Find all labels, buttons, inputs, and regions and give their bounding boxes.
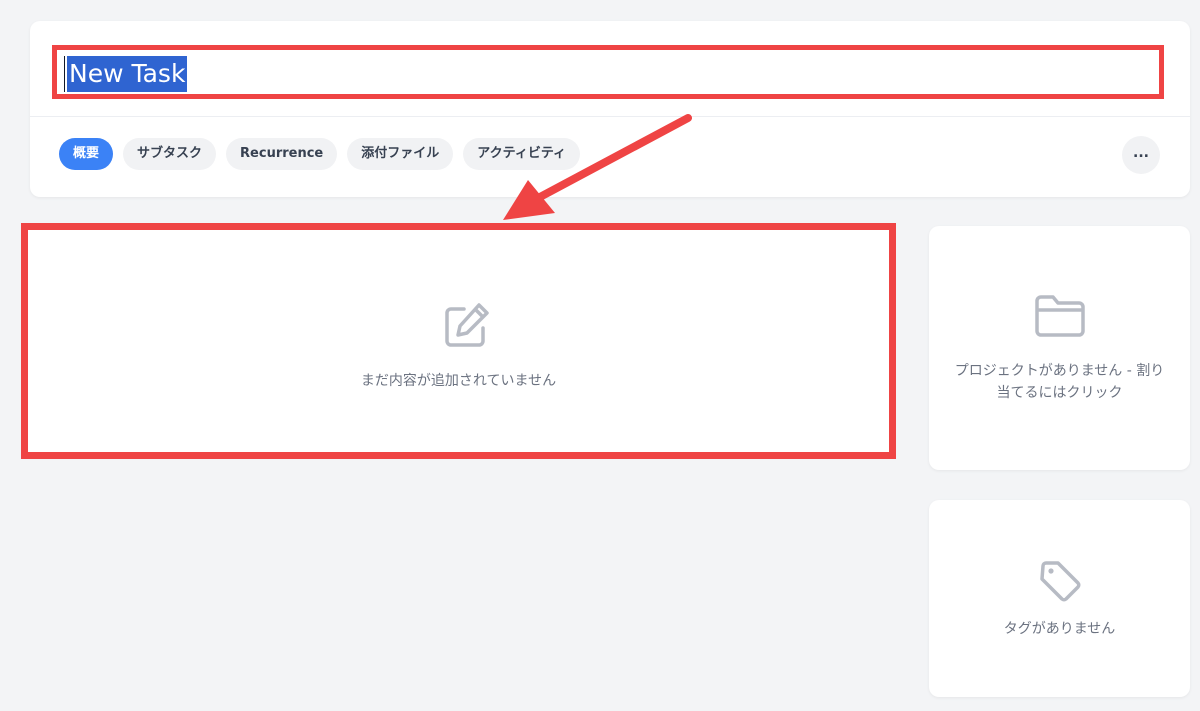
tab-attachments[interactable]: 添付ファイル: [347, 138, 454, 170]
description-area[interactable]: まだ内容が追加されていません: [21, 223, 896, 459]
tab-bar: 概要 サブタスク Recurrence 添付ファイル アクティビティ: [59, 138, 581, 170]
task-title-input[interactable]: New Task: [67, 56, 188, 92]
header-divider: [30, 116, 1190, 117]
tag-icon: [1039, 561, 1080, 602]
tags-empty-text: タグがありません: [1003, 621, 1116, 637]
more-options-button[interactable]: ...: [1122, 136, 1160, 174]
tab-recurrence[interactable]: Recurrence: [226, 138, 338, 170]
tab-activity[interactable]: アクティビティ: [463, 138, 581, 170]
task-header-card: New Task 概要 サブタスク Recurrence 添付ファイル アクティ…: [30, 21, 1190, 197]
text-caret: [64, 56, 65, 92]
tab-overview[interactable]: 概要: [59, 138, 114, 170]
tags-card[interactable]: タグがありません: [929, 500, 1190, 697]
folder-icon: [1034, 295, 1085, 337]
task-detail-page: New Task 概要 サブタスク Recurrence 添付ファイル アクティ…: [0, 0, 1200, 711]
project-empty-text: プロジェクトがありません - 割り当てるにはクリック: [954, 363, 1165, 401]
tab-subtasks[interactable]: サブタスク: [123, 138, 217, 170]
project-card[interactable]: プロジェクトがありません - 割り当てるにはクリック: [929, 226, 1190, 470]
description-empty-text: まだ内容が追加されていません: [360, 373, 557, 389]
edit-icon: [445, 303, 489, 347]
task-title-field[interactable]: New Task: [52, 45, 1164, 99]
